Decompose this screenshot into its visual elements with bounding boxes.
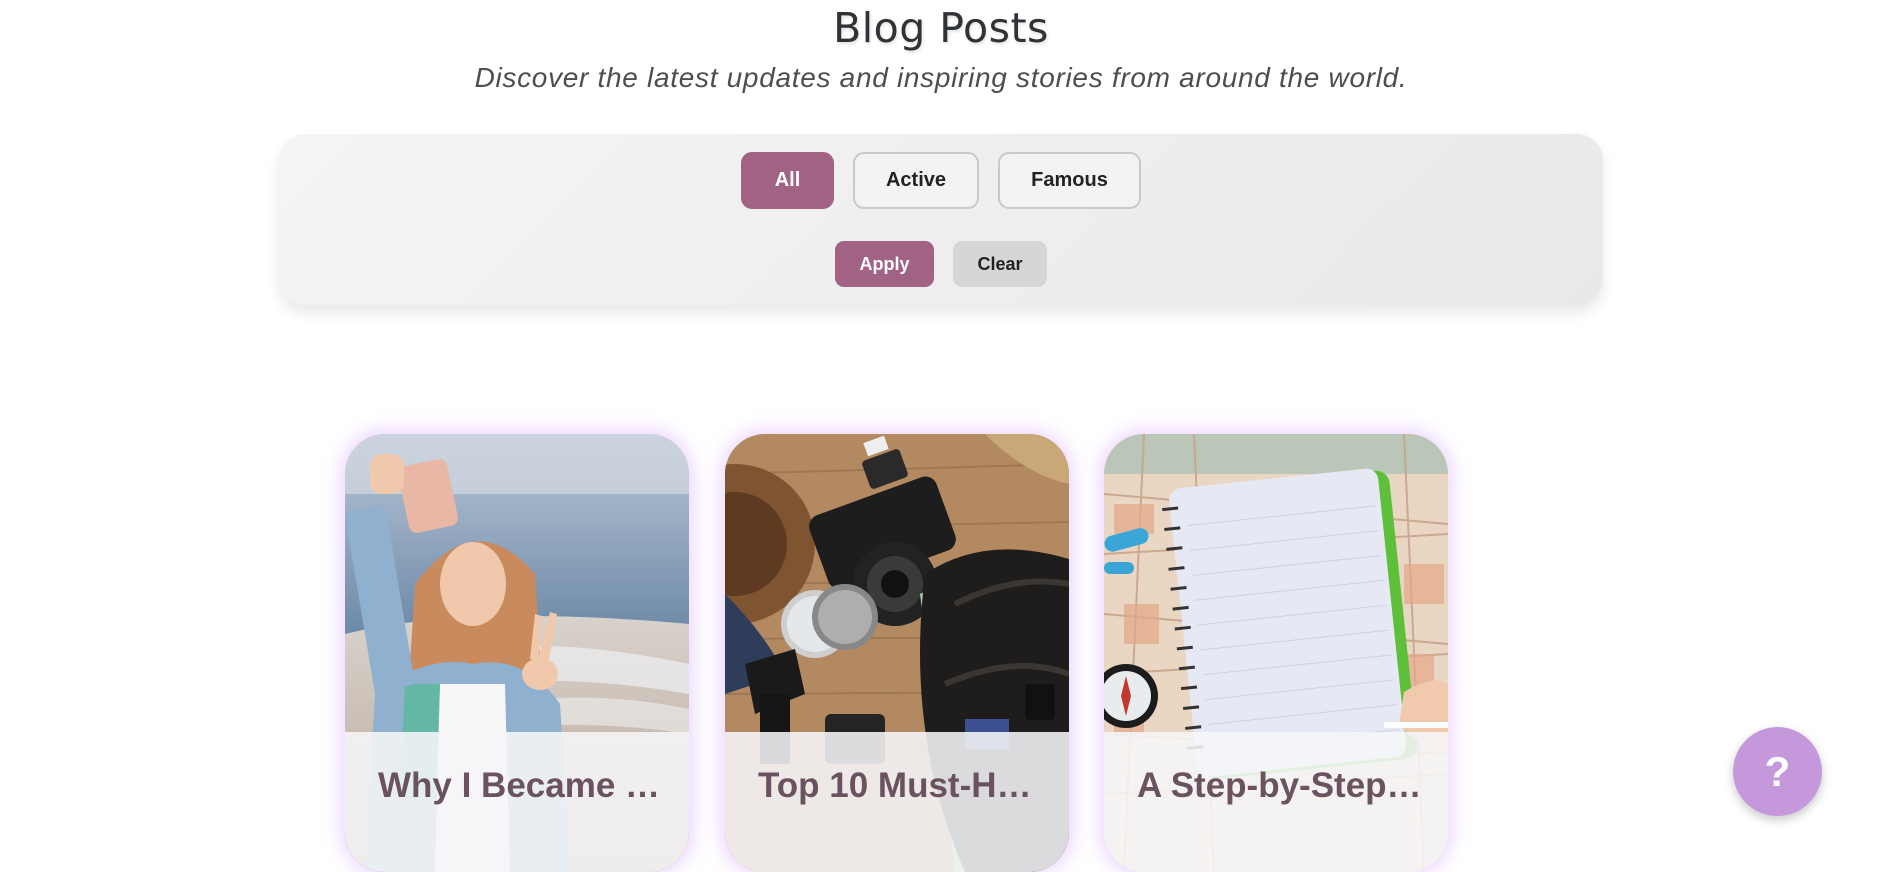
- filter-all-button[interactable]: All: [741, 152, 834, 209]
- apply-button[interactable]: Apply: [835, 241, 934, 287]
- page-subtitle: Discover the latest updates and inspirin…: [474, 62, 1408, 93]
- filter-famous-button[interactable]: Famous: [998, 152, 1141, 209]
- post-card[interactable]: Why I Became a Travel Blogger: [345, 434, 689, 872]
- post-card[interactable]: Top 10 Must-Have Travel Gear: [725, 434, 1069, 872]
- filter-options: All Active Famous: [279, 152, 1603, 209]
- blog-page: Blog Posts Discover the latest updates a…: [0, 0, 1882, 872]
- filter-panel: All Active Famous Apply Clear: [279, 134, 1603, 305]
- post-title[interactable]: A Step-by-Step Guide to Planning a Trip: [1137, 766, 1424, 806]
- page-title: Blog Posts: [833, 4, 1049, 52]
- filter-actions: Apply Clear: [279, 241, 1603, 287]
- filter-active-button[interactable]: Active: [853, 152, 979, 209]
- post-title[interactable]: Top 10 Must-Have Travel Gear: [758, 766, 1045, 806]
- post-cards: Why I Became a Travel Blogger: [0, 434, 1882, 872]
- post-title[interactable]: Why I Became a Travel Blogger: [378, 766, 665, 806]
- help-button[interactable]: ?: [1733, 727, 1822, 816]
- page-header: Blog Posts Discover the latest updates a…: [0, 0, 1882, 94]
- clear-button[interactable]: Clear: [953, 241, 1047, 287]
- post-card[interactable]: A Step-by-Step Guide to Planning a Trip: [1104, 434, 1448, 872]
